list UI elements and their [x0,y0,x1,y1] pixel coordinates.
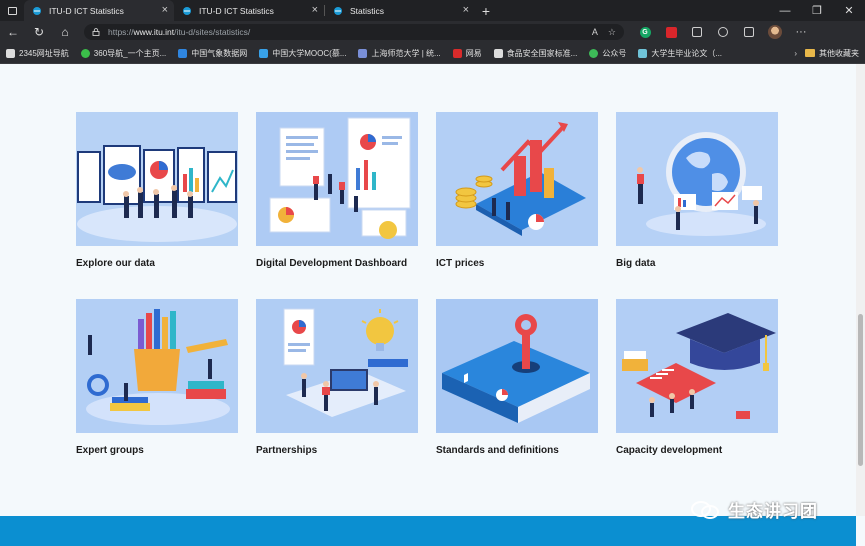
favorites-icon[interactable] [718,27,728,37]
wechat-icon [691,500,719,519]
itu-favicon-icon [33,6,41,15]
mooc-icon [259,48,269,58]
back-button[interactable]: ← [0,21,26,43]
tab-title: Statistics [350,5,385,16]
minimize-icon[interactable]: — [769,0,801,21]
tab-title: ITU-D ICT Statistics [199,5,274,16]
thesis-icon [638,48,648,58]
bookmark-item[interactable]: 网易 [447,48,488,59]
page-icon [493,48,503,58]
weather-icon [178,48,188,58]
card-partnerships[interactable]: Partnerships [256,299,418,456]
pdf-extension-icon[interactable] [665,26,677,38]
card-label[interactable]: Standards and definitions [436,445,598,456]
page-icon [6,48,15,58]
tab-itu-2[interactable]: ITU-D ICT Statistics × [174,0,324,21]
toolbar-icons: G ··· [632,25,814,39]
collections-icon[interactable] [744,27,754,37]
folder-icon [805,49,815,57]
watermark-text: 生态讲习团 [728,502,818,521]
tab-statistics[interactable]: Statistics × [325,0,475,21]
card-standards-and-definitions[interactable]: Standards and definitions [436,299,598,456]
card-label[interactable]: Explore our data [76,258,238,269]
card-label[interactable]: Digital Development Dashboard [256,258,418,269]
home-button[interactable]: ⌂ [52,21,78,43]
bookmark-item[interactable]: 大学生毕业论文（... [632,48,728,59]
address-bar: ← ↻ ⌂ https://www.itu.int/itu-d/sites/st… [0,21,865,43]
url-scheme: https:// [108,27,134,37]
close-tab-icon[interactable]: × [463,5,469,16]
card-explore-our-data[interactable]: Explore our data [76,112,238,269]
maximize-icon[interactable]: ❐ [801,0,833,21]
card-capacity-development[interactable]: Capacity development [616,299,778,456]
tab-title: ITU-D ICT Statistics [49,5,124,16]
graduation-cap-illustration [616,299,778,433]
new-tab-button[interactable]: + [475,0,497,21]
360-icon [80,48,90,58]
card-label[interactable]: Partnerships [256,445,418,456]
other-favorites-folder[interactable]: 其他收藏夹 [805,48,865,59]
university-icon [358,48,368,58]
card-label[interactable]: ICT prices [436,258,598,269]
url-host: www.itu.int [133,27,175,37]
close-window-icon[interactable]: ✕ [833,0,865,21]
pencil-cup-illustration [76,299,238,433]
window-controls: — ❐ ✕ [769,0,865,21]
tab-strip: ITU-D ICT Statistics × ITU-D ICT Statist… [0,0,865,21]
itu-favicon-icon [183,6,191,15]
chevron-right-icon[interactable]: › [786,49,805,58]
bookmark-item[interactable]: 食品安全国家标准... [488,48,584,59]
teamwork-illustration [256,299,418,433]
data-wall-illustration [76,112,238,246]
bookmark-item[interactable]: 2345网址导航 [0,48,75,59]
profile-avatar[interactable] [768,25,782,39]
page-content: Explore our data Digital Development Das… [0,64,856,516]
grammarly-extension-icon[interactable]: G [639,26,651,38]
globe-data-illustration [616,112,778,246]
card-label[interactable]: Capacity development [616,445,778,456]
read-aloud-icon[interactable]: A [592,27,598,37]
close-tab-icon[interactable]: × [162,5,168,16]
bookmark-item[interactable]: 中国气象数据网 [172,48,253,59]
tab-itu-1[interactable]: ITU-D ICT Statistics × [24,0,174,21]
page-scrollbar[interactable] [856,64,865,516]
bookmarks-bar: 2345网址导航 360导航_一个主页... 中国气象数据网 中国大学MOOC(… [0,43,865,64]
bookmark-item[interactable]: 360导航_一个主页... [75,48,172,59]
lock-icon [92,28,100,36]
price-chart-illustration [436,112,598,246]
dashboard-illustration [256,112,418,246]
refresh-button[interactable]: ↻ [26,21,52,43]
wechat-icon [589,48,599,58]
url-path: /itu-d/sites/statistics/ [174,27,251,37]
close-tab-icon[interactable]: × [312,5,318,16]
bookmark-item[interactable]: 上海师范大学 | 统... [352,48,446,59]
card-expert-groups[interactable]: Expert groups [76,299,238,456]
wechat-watermark: 生态讲习团 [690,497,818,522]
card-digital-development-dashboard[interactable]: Digital Development Dashboard [256,112,418,269]
netease-icon [452,48,462,58]
window-menu-icon[interactable] [0,0,24,21]
card-label[interactable]: Expert groups [76,445,238,456]
favorite-star-icon[interactable]: ☆ [608,27,616,38]
more-options-icon[interactable]: ··· [788,26,814,38]
url-input[interactable]: https://www.itu.int/itu-d/sites/statisti… [84,24,624,40]
extensions-icon[interactable] [692,27,702,37]
bookmark-item[interactable]: 公众号 [583,48,632,59]
bookmark-item[interactable]: 中国大学MOOC(慕... [253,48,352,59]
scrollbar-thumb[interactable] [858,314,863,466]
card-label[interactable]: Big data [616,258,778,269]
itu-favicon-icon [334,6,342,15]
card-ict-prices[interactable]: ICT prices [436,112,598,269]
data-key-illustration [436,299,598,433]
card-big-data[interactable]: Big data [616,112,778,269]
